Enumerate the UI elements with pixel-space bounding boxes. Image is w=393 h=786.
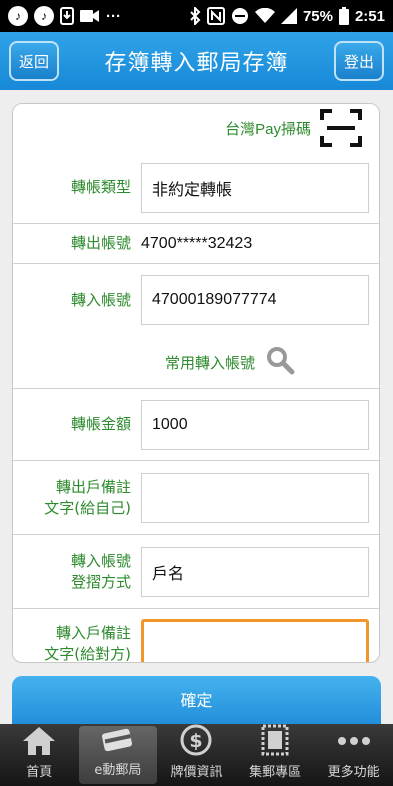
battery-percent: 75% <box>302 7 333 25</box>
stamp-icon <box>256 723 294 757</box>
transfer-type-label: 轉帳類型 <box>70 178 131 196</box>
passbook-method-label-line2: 登摺方式 <box>70 572 131 591</box>
page-title: 存簿轉入郵局存簿 <box>104 51 289 76</box>
video-camera-icon <box>80 9 100 23</box>
transfer-type-row: 轉帳類型 非約定轉帳 <box>13 152 379 224</box>
to-account-section: 轉入帳號 47000189077774 常用轉入帳號 <box>13 264 379 389</box>
download-icon <box>60 7 74 25</box>
receiver-note-label-line1: 轉入戶備註 <box>55 624 131 642</box>
to-account-label: 轉入帳號 <box>70 290 131 309</box>
transfer-type-select[interactable]: 非約定轉帳 <box>141 162 369 213</box>
sender-note-input[interactable] <box>141 472 369 523</box>
do-not-disturb-icon <box>231 7 249 25</box>
search-icon[interactable] <box>265 345 295 379</box>
from-account-value: 4700*****32423 <box>141 234 253 252</box>
bottom-tab-bar: 首頁 e動郵局 $ 牌價資訊 集郵專區 更多功能 <box>0 724 393 786</box>
receiver-note-row: 轉入戶備註 文字(給對方) <box>13 609 379 663</box>
app-header: 返回 存簿轉入郵局存簿 登出 <box>0 32 393 90</box>
taiwan-pay-label[interactable]: 台灣Pay掃碼 <box>225 118 311 139</box>
sender-note-label-line1: 轉出戶備註 <box>55 477 131 496</box>
nfc-icon <box>206 7 225 25</box>
amount-row: 轉帳金額 1000 <box>13 389 379 461</box>
passbook-method-label-line1: 轉入帳號 <box>70 551 131 570</box>
home-icon <box>20 724 58 757</box>
tab-more-label: 更多功能 <box>327 765 380 780</box>
passbook-method-select[interactable]: 戶名 <box>141 546 369 597</box>
tab-more[interactable]: 更多功能 <box>314 724 393 786</box>
tab-stamps[interactable]: 集郵專區 <box>236 724 315 786</box>
receiver-note-label: 轉入戶備註 文字(給對方) <box>13 623 141 663</box>
sender-note-label-line2: 文字(給自己) <box>44 498 131 517</box>
tab-stamps-label: 集郵專區 <box>249 765 302 780</box>
card-icon <box>99 723 137 755</box>
receiver-note-label-line2: 文字(給對方) <box>44 645 131 663</box>
receiver-note-input[interactable] <box>141 619 369 662</box>
music-notification-icon: ♪ <box>8 6 28 26</box>
back-button[interactable]: 返回 <box>9 41 59 81</box>
tab-e-post-label: e動郵局 <box>94 763 142 778</box>
tab-rates[interactable]: $ 牌價資訊 <box>157 724 236 786</box>
svg-text:$: $ <box>190 730 203 752</box>
transfer-form: 台灣Pay掃碼 轉帳類型 非約定轉帳 轉出帳號 4700*****32423 轉… <box>12 103 380 663</box>
to-account-input[interactable]: 47000189077774 <box>141 275 369 325</box>
tab-rates-label: 牌價資訊 <box>170 765 223 780</box>
signal-icon <box>280 8 297 24</box>
amount-input[interactable]: 1000 <box>141 399 369 450</box>
from-account-label: 轉出帳號 <box>70 234 131 252</box>
to-account-row: 轉入帳號 47000189077774 <box>13 264 379 336</box>
wifi-icon <box>254 8 275 24</box>
passbook-method-label: 轉入帳號 登摺方式 <box>13 551 141 593</box>
status-bar: ♪ ♪ ··· 75% 2:51 <box>0 0 393 32</box>
tab-e-post[interactable]: e動郵局 <box>78 723 158 784</box>
more-icon <box>335 724 373 757</box>
battery-icon <box>338 7 349 25</box>
sender-note-label: 轉出戶備註 文字(給自己) <box>13 477 141 519</box>
clock: 2:51 <box>354 7 385 25</box>
from-account-row: 轉出帳號 4700*****32423 <box>13 224 379 264</box>
favorite-accounts-label[interactable]: 常用轉入帳號 <box>165 352 255 373</box>
sender-note-row: 轉出戶備註 文字(給自己) <box>13 461 379 535</box>
favorite-accounts-row[interactable]: 常用轉入帳號 <box>13 336 379 388</box>
taiwan-pay-row[interactable]: 台灣Pay掃碼 <box>13 104 379 152</box>
tab-home-label: 首頁 <box>26 765 53 780</box>
logout-button[interactable]: 登出 <box>334 41 384 81</box>
tab-home[interactable]: 首頁 <box>0 724 79 786</box>
dollar-icon: $ <box>177 723 215 757</box>
music-notification-icon-2: ♪ <box>34 6 54 26</box>
passbook-method-row: 轉入帳號 登摺方式 戶名 <box>13 535 379 609</box>
more-notifications-icon: ··· <box>106 7 121 25</box>
qr-scan-icon[interactable] <box>319 108 363 148</box>
confirm-label[interactable]: 確定 <box>180 687 212 711</box>
bluetooth-icon <box>189 7 201 25</box>
amount-label: 轉帳金額 <box>70 415 131 433</box>
